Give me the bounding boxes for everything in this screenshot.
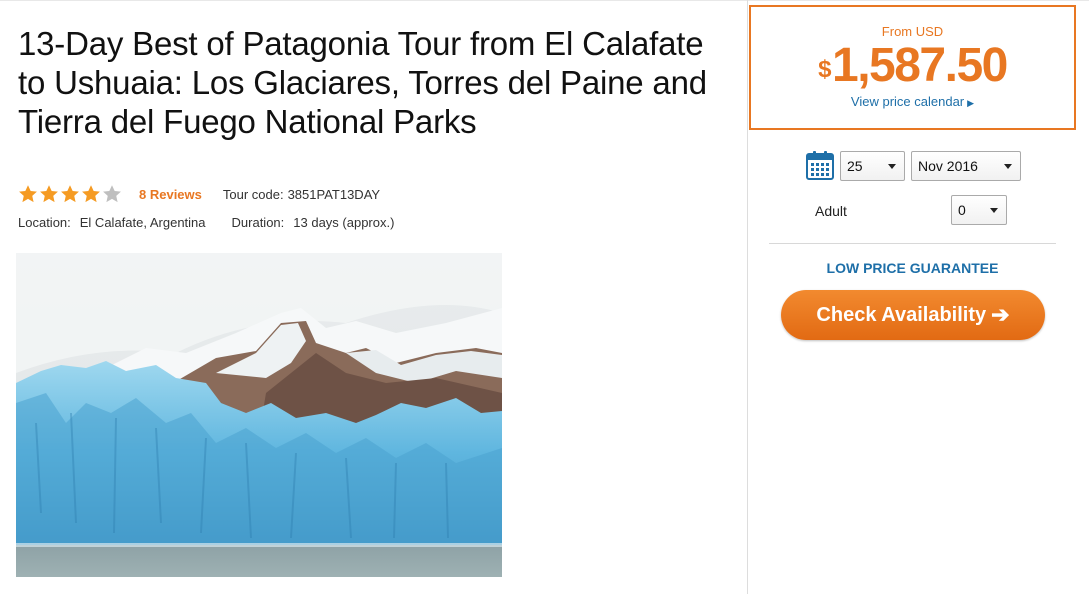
- reviews-link[interactable]: 8 Reviews: [139, 187, 202, 202]
- star-rating: [18, 184, 123, 204]
- booking-divider: [769, 243, 1056, 244]
- month-select[interactable]: Nov 2016: [911, 151, 1021, 181]
- price-value: 1,587.50: [832, 39, 1008, 92]
- currency-symbol: $: [818, 56, 831, 83]
- adult-label: Adult: [815, 203, 847, 219]
- tour-main-panel: 13-Day Best of Patagonia Tour from El Ca…: [0, 0, 748, 594]
- adult-count-value: 0: [958, 202, 966, 218]
- adult-count-select[interactable]: 0: [951, 195, 1007, 225]
- tour-title: 13-Day Best of Patagonia Tour from El Ca…: [18, 25, 707, 140]
- tour-code-value: 3851PAT13DAY: [287, 186, 381, 202]
- chevron-down-icon: [888, 164, 896, 169]
- star-filled-icon: [19, 185, 37, 203]
- location-label: Location:: [18, 215, 71, 230]
- arrow-right-icon: ➔: [991, 302, 1010, 327]
- star-empty-icon: [103, 185, 121, 203]
- tour-code-label: Tour code:: [222, 186, 284, 202]
- day-select[interactable]: 25: [840, 151, 905, 181]
- duration-label: Duration:: [231, 215, 285, 230]
- triangle-right-icon: ▶: [967, 98, 975, 108]
- view-price-calendar-label: View price calendar: [850, 94, 965, 109]
- low-price-guarantee: LOW PRICE GUARANTEE: [826, 260, 999, 276]
- month-select-value: Nov 2016: [918, 158, 978, 174]
- tour-photo-glacier: [16, 253, 502, 577]
- rating-row: 8 Reviews Tour code: 3851PAT13DAY: [18, 183, 380, 205]
- column-divider: [747, 0, 748, 594]
- day-select-value: 25: [847, 158, 863, 174]
- location-value: El Calafate, Argentina: [79, 215, 206, 230]
- tour-info-row: Location: El Calafate, Argentina Duratio…: [18, 215, 394, 230]
- star-filled-icon: [40, 185, 58, 203]
- chevron-down-icon: [990, 208, 998, 213]
- duration-value: 13 days (approx.): [293, 215, 395, 230]
- chevron-down-icon: [1004, 164, 1012, 169]
- check-availability-button[interactable]: Check Availability ➔: [781, 290, 1045, 340]
- from-currency-label: From USD: [881, 24, 944, 39]
- price-box: From USD $1,587.50 View price calendar ▶: [749, 5, 1076, 130]
- check-availability-label: Check Availability: [816, 303, 987, 326]
- price-amount: $1,587.50: [751, 40, 1074, 92]
- star-filled-icon: [82, 185, 100, 203]
- calendar-icon[interactable]: [806, 150, 834, 180]
- star-filled-icon: [61, 185, 79, 203]
- view-price-calendar-link[interactable]: View price calendar ▶: [751, 94, 1074, 109]
